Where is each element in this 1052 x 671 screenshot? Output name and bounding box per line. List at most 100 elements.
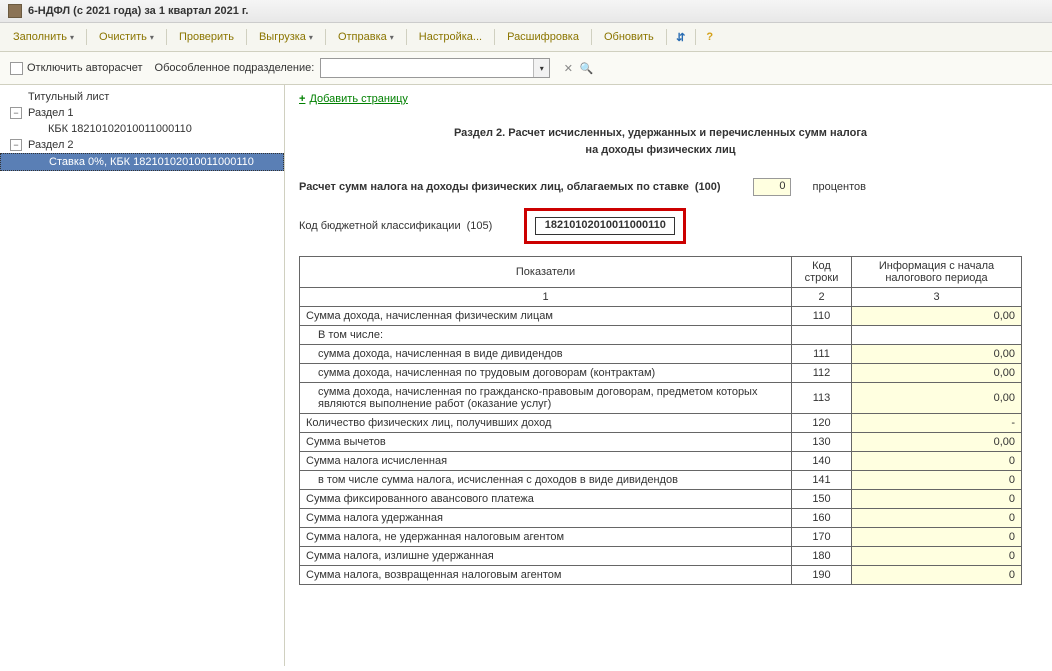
tree-section2-rate-kbk[interactable]: Ставка 0%, КБК 18210102010011000110 <box>0 153 284 171</box>
send-button[interactable]: Отправка▾ <box>331 27 401 47</box>
table-row: сумма дохода, начисленная в виде дивиден… <box>300 345 1022 364</box>
chevron-down-icon: ▾ <box>150 33 154 42</box>
refresh-button[interactable]: Обновить <box>597 27 661 47</box>
titlebar: 6-НДФЛ (с 2021 года) за 1 квартал 2021 г… <box>0 0 1052 23</box>
row-code: 150 <box>792 490 852 509</box>
subdivision-combo[interactable]: ▾ <box>320 58 550 78</box>
plus-icon: + <box>299 93 305 105</box>
settings-button[interactable]: Настройка... <box>412 27 489 47</box>
row-label: в том числе сумма налога, исчисленная с … <box>300 471 792 490</box>
separator <box>695 29 696 45</box>
row-code: 112 <box>792 364 852 383</box>
table-row: Сумма налога удержанная1600 <box>300 509 1022 528</box>
row-value[interactable]: 0,00 <box>852 433 1022 452</box>
combo-dropdown-icon[interactable]: ▾ <box>533 59 549 77</box>
toolbar: Заполнить▾ Очистить▾ Проверить Выгрузка▾… <box>0 23 1052 52</box>
colnum-2: 2 <box>792 288 852 307</box>
decode-button[interactable]: Расшифровка <box>500 27 586 47</box>
kbk-input[interactable]: 18210102010011000110 <box>535 217 675 235</box>
subdivision-label: Обособленное подразделение: <box>155 62 315 74</box>
table-row: Сумма налога исчисленная1400 <box>300 452 1022 471</box>
disable-autocalc-label: Отключить авторасчет <box>27 62 143 74</box>
th-indicators: Показатели <box>300 257 792 288</box>
row-label: Количество физических лиц, получивших до… <box>300 414 792 433</box>
row-value <box>852 326 1022 345</box>
clear-button[interactable]: Очистить▾ <box>92 27 161 47</box>
separator <box>325 29 326 45</box>
add-page-link[interactable]: + Добавить страницу <box>299 93 408 105</box>
row-label: Сумма вычетов <box>300 433 792 452</box>
calc-label: Расчет сумм налога на доходы физических … <box>299 181 689 193</box>
table-row: сумма дохода, начисленная по трудовым до… <box>300 364 1022 383</box>
collapse-icon[interactable]: − <box>10 107 22 119</box>
row-label: сумма дохода, начисленная по гражданско-… <box>300 383 792 414</box>
tree-section2[interactable]: − Раздел 2 <box>0 137 284 153</box>
data-table: Показатели Код строки Информация с начал… <box>299 256 1022 585</box>
search-combo-icon[interactable]: 🔍 <box>578 60 594 76</box>
row-value[interactable]: - <box>852 414 1022 433</box>
checkbox-icon <box>10 62 23 75</box>
fill-button[interactable]: Заполнить▾ <box>6 27 81 47</box>
row-code: 110 <box>792 307 852 326</box>
subtoolbar: Отключить авторасчет Обособленное подраз… <box>0 52 1052 85</box>
disable-autocalc-checkbox[interactable]: Отключить авторасчет <box>10 62 143 75</box>
kbk-highlight: 18210102010011000110 <box>524 208 686 244</box>
table-row: В том числе: <box>300 326 1022 345</box>
kbk-label: Код бюджетной классификации <box>299 220 461 232</box>
row-code: 170 <box>792 528 852 547</box>
rate-input[interactable]: 0 <box>753 178 791 196</box>
row-value[interactable]: 0,00 <box>852 345 1022 364</box>
row-label: В том числе: <box>300 326 792 345</box>
row-label: Сумма налога, излишне удержанная <box>300 547 792 566</box>
row-value[interactable]: 0 <box>852 490 1022 509</box>
row-value[interactable]: 0,00 <box>852 307 1022 326</box>
clear-combo-icon[interactable]: ✕ <box>560 60 576 76</box>
table-row: в том числе сумма налога, исчисленная с … <box>300 471 1022 490</box>
chevron-down-icon: ▾ <box>390 33 394 42</box>
row-label: сумма дохода, начисленная в виде дивиден… <box>300 345 792 364</box>
row-value[interactable]: 0 <box>852 471 1022 490</box>
expand-collapse-icon[interactable]: ⇵ <box>672 28 690 46</box>
table-row: Сумма дохода, начисленная физическим лиц… <box>300 307 1022 326</box>
tree-section1-kbk[interactable]: КБК 18210102010011000110 <box>0 121 284 137</box>
row-value[interactable]: 0 <box>852 528 1022 547</box>
tree-section1[interactable]: − Раздел 1 <box>0 105 284 121</box>
sidebar-tree: Титульный лист − Раздел 1 КБК 1821010201… <box>0 85 285 666</box>
row-value[interactable]: 0,00 <box>852 364 1022 383</box>
app-icon <box>8 4 22 18</box>
table-row: Сумма налога, излишне удержанная1800 <box>300 547 1022 566</box>
separator <box>591 29 592 45</box>
tree-title-page[interactable]: Титульный лист <box>0 89 284 105</box>
main-panel: + Добавить страницу Раздел 2. Расчет исч… <box>285 85 1052 666</box>
separator <box>86 29 87 45</box>
row-label: Сумма налога, не удержанная налоговым аг… <box>300 528 792 547</box>
row-value[interactable]: 0 <box>852 509 1022 528</box>
row-value[interactable]: 0 <box>852 566 1022 585</box>
row-code: 111 <box>792 345 852 364</box>
row-code: 180 <box>792 547 852 566</box>
row-label: Сумма налога, возвращенная налоговым аге… <box>300 566 792 585</box>
help-icon[interactable]: ? <box>701 28 719 46</box>
row-code: 120 <box>792 414 852 433</box>
row-value[interactable]: 0 <box>852 452 1022 471</box>
colnum-1: 1 <box>300 288 792 307</box>
export-button[interactable]: Выгрузка▾ <box>252 27 320 47</box>
separator <box>494 29 495 45</box>
separator <box>666 29 667 45</box>
row-value[interactable]: 0 <box>852 547 1022 566</box>
row-label: Сумма дохода, начисленная физическим лиц… <box>300 307 792 326</box>
collapse-icon[interactable]: − <box>10 139 22 151</box>
row-code: 190 <box>792 566 852 585</box>
section-title: Раздел 2. Расчет исчисленных, удержанных… <box>299 125 1022 158</box>
calc-code: (100) <box>695 181 721 193</box>
check-button[interactable]: Проверить <box>172 27 241 47</box>
table-row: Сумма вычетов1300,00 <box>300 433 1022 452</box>
row-label: сумма дохода, начисленная по трудовым до… <box>300 364 792 383</box>
row-label: Сумма налога исчисленная <box>300 452 792 471</box>
separator <box>406 29 407 45</box>
row-code: 141 <box>792 471 852 490</box>
row-value[interactable]: 0,00 <box>852 383 1022 414</box>
table-row: сумма дохода, начисленная по гражданско-… <box>300 383 1022 414</box>
colnum-3: 3 <box>852 288 1022 307</box>
table-row: Сумма налога, возвращенная налоговым аге… <box>300 566 1022 585</box>
